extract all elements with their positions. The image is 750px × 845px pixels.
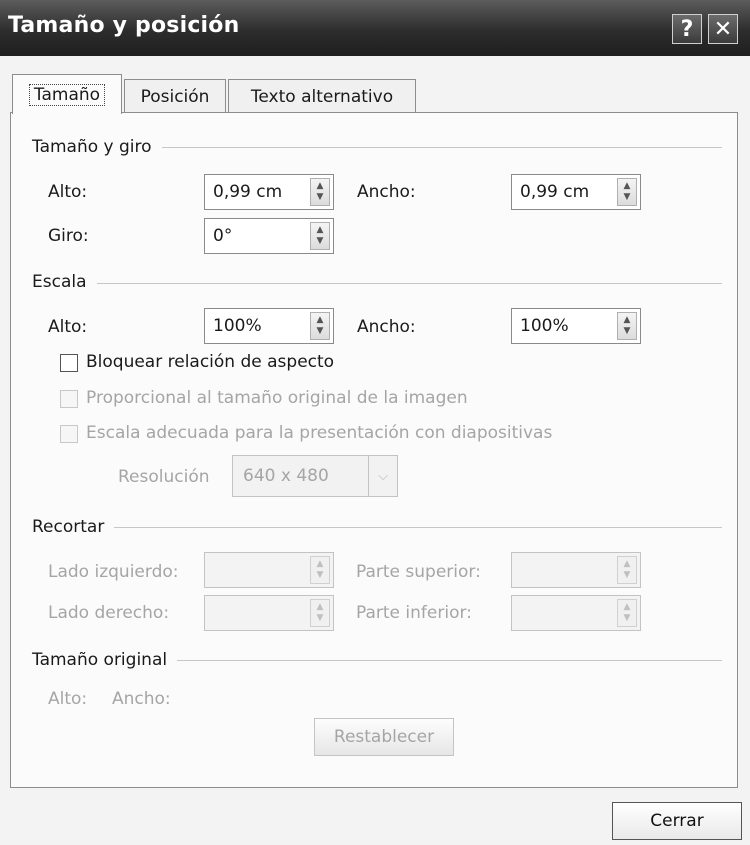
spin-arrows-icon[interactable]: ▲ ▼ bbox=[617, 556, 637, 584]
width-label: Ancho: bbox=[357, 182, 416, 202]
width-spinner[interactable]: 0,99 cm ▲ ▼ bbox=[511, 174, 641, 210]
spin-arrows-icon[interactable]: ▲ ▼ bbox=[617, 178, 637, 206]
crop-top-spinner[interactable]: ▲ ▼ bbox=[511, 552, 641, 588]
spin-arrows-icon[interactable]: ▲ ▼ bbox=[310, 178, 330, 206]
lock-aspect-label: Bloquear relación de aspecto bbox=[86, 352, 335, 372]
crop-top-label: Parte superior: bbox=[356, 562, 481, 582]
height-spinner[interactable]: 0,99 cm ▲ ▼ bbox=[204, 174, 334, 210]
section-header-scale: Escala bbox=[32, 272, 97, 292]
height-label: Alto: bbox=[48, 182, 88, 202]
original-width-label: Ancho: bbox=[112, 689, 171, 709]
scale-width-spinner[interactable]: 100% ▲ ▼ bbox=[511, 308, 641, 344]
tab-tamano[interactable]: Tamaño bbox=[12, 74, 122, 114]
section-header-crop: Recortar bbox=[32, 517, 115, 537]
window-title: Tamaño y posición bbox=[8, 13, 240, 38]
spin-arrows-icon[interactable]: ▲ ▼ bbox=[617, 312, 637, 340]
scale-height-label: Alto: bbox=[48, 317, 88, 337]
width-value: 0,99 cm bbox=[520, 182, 590, 202]
chevron-down-icon: ⌵ bbox=[368, 456, 397, 496]
relative-original-label: Proporcional al tamaño original de la im… bbox=[86, 388, 468, 408]
section-divider bbox=[32, 527, 722, 528]
spin-arrows-icon[interactable]: ▲ ▼ bbox=[617, 599, 637, 627]
help-button[interactable]: ? bbox=[672, 14, 702, 44]
best-scale-checkbox[interactable] bbox=[60, 425, 78, 443]
relative-original-checkbox[interactable] bbox=[60, 390, 78, 408]
crop-left-label: Lado izquierdo: bbox=[48, 562, 179, 582]
close-icon: ✕ bbox=[713, 16, 733, 42]
tab-panel bbox=[10, 112, 738, 788]
crop-bottom-spinner[interactable]: ▲ ▼ bbox=[511, 595, 641, 631]
rotation-value: 0° bbox=[213, 226, 233, 246]
tab-label: Texto alternativo bbox=[250, 86, 394, 107]
crop-left-spinner[interactable]: ▲ ▼ bbox=[204, 552, 334, 588]
crop-right-spinner[interactable]: ▲ ▼ bbox=[204, 595, 334, 631]
section-header-original-size: Tamaño original bbox=[32, 650, 178, 670]
scale-width-value: 100% bbox=[520, 316, 569, 336]
original-height-label: Alto: bbox=[48, 689, 88, 709]
scale-height-spinner[interactable]: 100% ▲ ▼ bbox=[204, 308, 334, 344]
section-divider bbox=[32, 283, 722, 284]
rotation-spinner[interactable]: 0° ▲ ▼ bbox=[204, 218, 334, 254]
resolution-dropdown[interactable]: 640 x 480 ⌵ bbox=[232, 455, 398, 497]
spin-arrows-icon[interactable]: ▲ ▼ bbox=[310, 556, 330, 584]
lock-aspect-checkbox[interactable] bbox=[60, 354, 78, 372]
spin-arrows-icon[interactable]: ▲ ▼ bbox=[310, 222, 330, 250]
reset-button[interactable]: Restablecer bbox=[314, 718, 454, 756]
tab-label: Tamaño bbox=[28, 83, 106, 106]
scale-width-label: Ancho: bbox=[357, 317, 416, 337]
crop-right-label: Lado derecho: bbox=[48, 603, 170, 623]
close-window-button[interactable]: ✕ bbox=[708, 14, 738, 44]
rotation-label: Giro: bbox=[48, 226, 89, 246]
help-icon: ? bbox=[680, 16, 694, 42]
section-header-size-rotation: Tamaño y giro bbox=[32, 137, 162, 157]
crop-bottom-label: Parte inferior: bbox=[356, 603, 472, 623]
tab-posicion[interactable]: Posición bbox=[124, 79, 226, 113]
scale-height-value: 100% bbox=[213, 316, 262, 336]
spin-arrows-icon[interactable]: ▲ ▼ bbox=[310, 312, 330, 340]
resolution-value: 640 x 480 bbox=[243, 466, 329, 486]
best-scale-label: Escala adecuada para la presentación con… bbox=[86, 423, 553, 443]
height-value: 0,99 cm bbox=[213, 182, 283, 202]
close-button[interactable]: Cerrar bbox=[612, 802, 742, 840]
spin-arrows-icon[interactable]: ▲ ▼ bbox=[310, 599, 330, 627]
tab-texto-alternativo[interactable]: Texto alternativo bbox=[228, 79, 416, 113]
tab-label: Posición bbox=[140, 86, 210, 107]
resolution-label: Resolución bbox=[118, 467, 210, 487]
